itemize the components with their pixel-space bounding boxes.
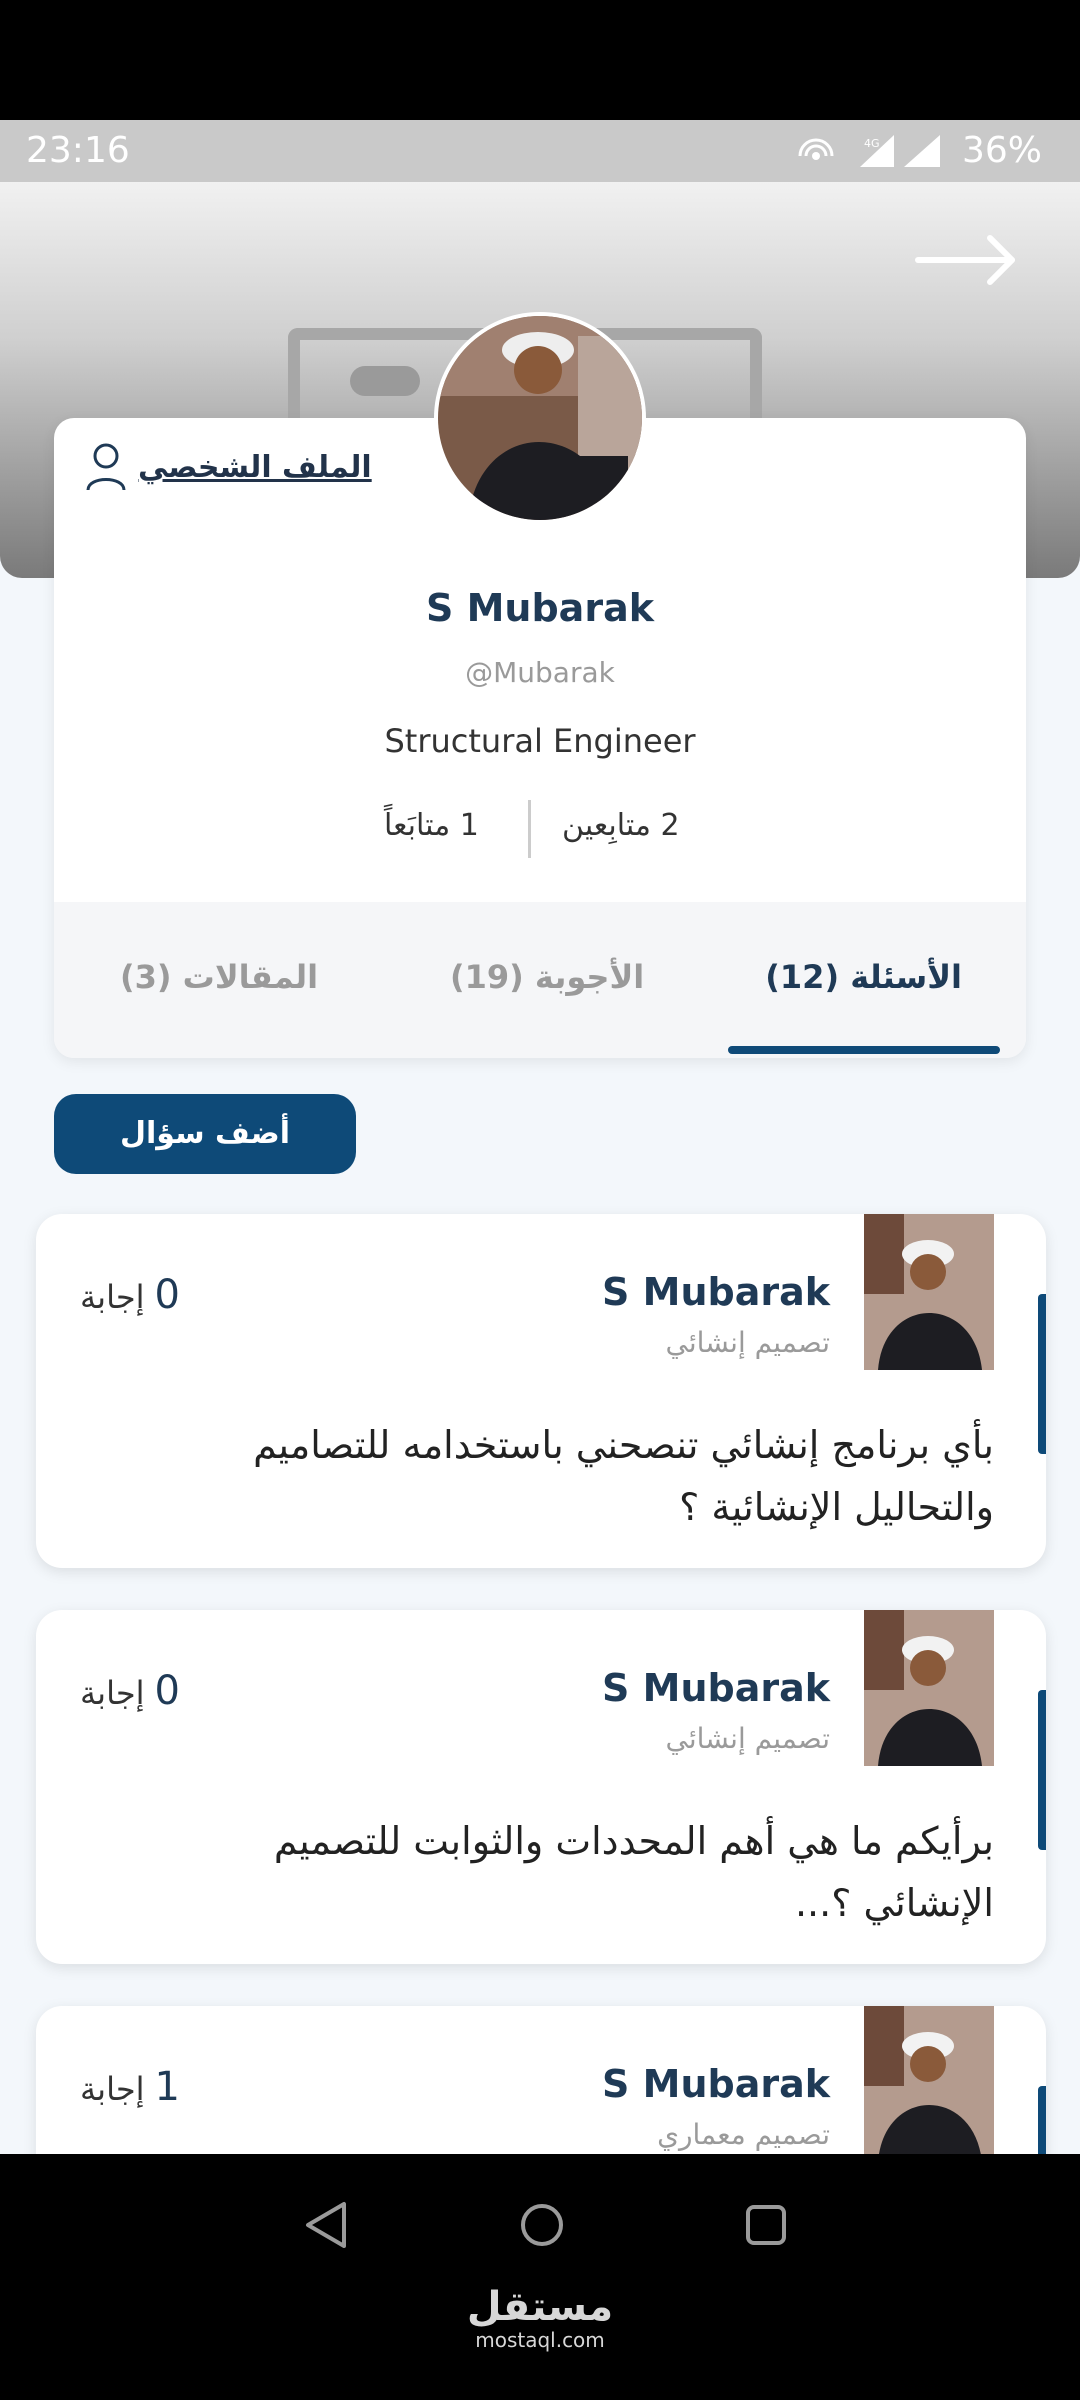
signal-icon: 4G [859, 134, 940, 167]
card-accent [1038, 2086, 1046, 2154]
status-time: 23:16 [26, 130, 130, 171]
question-text: برأيكم ما هي أهم المحددات والثوابت للتصم… [273, 1819, 994, 1925]
tab-articles[interactable]: المقالات (3) [120, 958, 318, 996]
card-accent [1038, 1294, 1046, 1454]
cover-image-dot [350, 366, 420, 396]
follow-divider [528, 800, 531, 858]
question-author[interactable]: S Mubarak [602, 2062, 830, 2106]
answers-label: إجابة [80, 1278, 145, 1316]
profile-tabs: الأسئلة (12) الأجوبة (19) المقالات (3) [54, 902, 1026, 1058]
avatar[interactable] [434, 312, 646, 524]
profile-job-title: Structural Engineer [384, 722, 696, 760]
author-avatar-photo [864, 1610, 994, 1766]
watermark-url: mostaql.com [475, 2328, 605, 2352]
question-author[interactable]: S Mubarak [602, 1270, 830, 1314]
app-content: الملف الشخصي S Mubarak @Mubarak Structur… [0, 182, 1080, 2154]
followers-count[interactable]: 2 متابِعين [562, 808, 680, 843]
profile-link-label: الملف الشخصي [138, 449, 372, 485]
follow-stats: 1 متابَعاً 2 متابِعين [54, 800, 1026, 860]
profile-handle: @Mubarak [465, 656, 615, 689]
question-category: تصميم إنشائي [665, 1722, 830, 1755]
network-type-label: 4G [864, 137, 880, 150]
answers-label: إجابة [80, 2070, 145, 2108]
author-avatar[interactable] [864, 2006, 994, 2154]
author-avatar-photo [864, 2006, 994, 2154]
question-category: تصميم إنشائي [665, 1326, 830, 1359]
following-count[interactable]: 1 متابَعاً [384, 808, 479, 843]
question-card[interactable]: S Mubarak تصميم إنشائي 0 إجابة بأي برنام… [36, 1214, 1046, 1568]
status-icons: 4G 36% [796, 130, 1042, 171]
question-card[interactable]: S Mubarak تصميم إنشائي 0 إجابة برأيكم ما… [36, 1610, 1046, 1964]
answers-number: 0 [154, 1272, 180, 1318]
system-nav-bar: مستقل mostaql.com [0, 2154, 1080, 2400]
back-arrow-icon[interactable] [912, 230, 1022, 290]
nav-back-icon[interactable] [300, 2198, 350, 2252]
status-bar: 23:16 4G 36% [0, 120, 1080, 182]
wifi-hotspot-icon [798, 138, 834, 160]
avatar-photo [438, 316, 642, 520]
answers-number: 1 [154, 2064, 180, 2110]
question-text: بأي برنامج إنشائي تنصحني باستخدامه للتصا… [253, 1423, 994, 1529]
answers-count: 0 إجابة [80, 1668, 180, 1714]
answers-count: 1 إجابة [80, 2064, 180, 2110]
question-card[interactable]: S Mubarak تصميم معماري 1 إجابة [36, 2006, 1046, 2154]
tab-answers[interactable]: الأجوبة (19) [450, 958, 644, 996]
user-icon [86, 443, 126, 491]
profile-link[interactable]: الملف الشخصي [84, 442, 372, 492]
profile-name: S Mubarak [426, 586, 654, 630]
watermark-arabic: مستقل [466, 2284, 614, 2330]
add-question-button[interactable]: أضف سؤال [54, 1094, 356, 1174]
battery-percent: 36% [961, 130, 1042, 171]
watermark: مستقل mostaql.com [0, 2284, 1080, 2352]
answers-count: 0 إجابة [80, 1272, 180, 1318]
active-tab-indicator [728, 1046, 1000, 1054]
card-accent [1038, 1690, 1046, 1850]
tab-questions[interactable]: الأسئلة (12) [765, 958, 962, 996]
answers-label: إجابة [80, 1674, 145, 1712]
question-author[interactable]: S Mubarak [602, 1666, 830, 1710]
nav-recents-icon[interactable] [740, 2198, 790, 2252]
question-category: تصميم معماري [657, 2118, 830, 2151]
author-avatar[interactable] [864, 1214, 994, 1370]
profile-card: الملف الشخصي S Mubarak @Mubarak Structur… [54, 312, 1026, 1058]
author-avatar[interactable] [864, 1610, 994, 1766]
author-avatar-photo [864, 1214, 994, 1370]
nav-home-icon[interactable] [516, 2198, 568, 2252]
screen: 23:16 4G 36% الملف الشخصي S Mubarak @Mub… [0, 0, 1080, 2400]
answers-number: 0 [154, 1668, 180, 1714]
